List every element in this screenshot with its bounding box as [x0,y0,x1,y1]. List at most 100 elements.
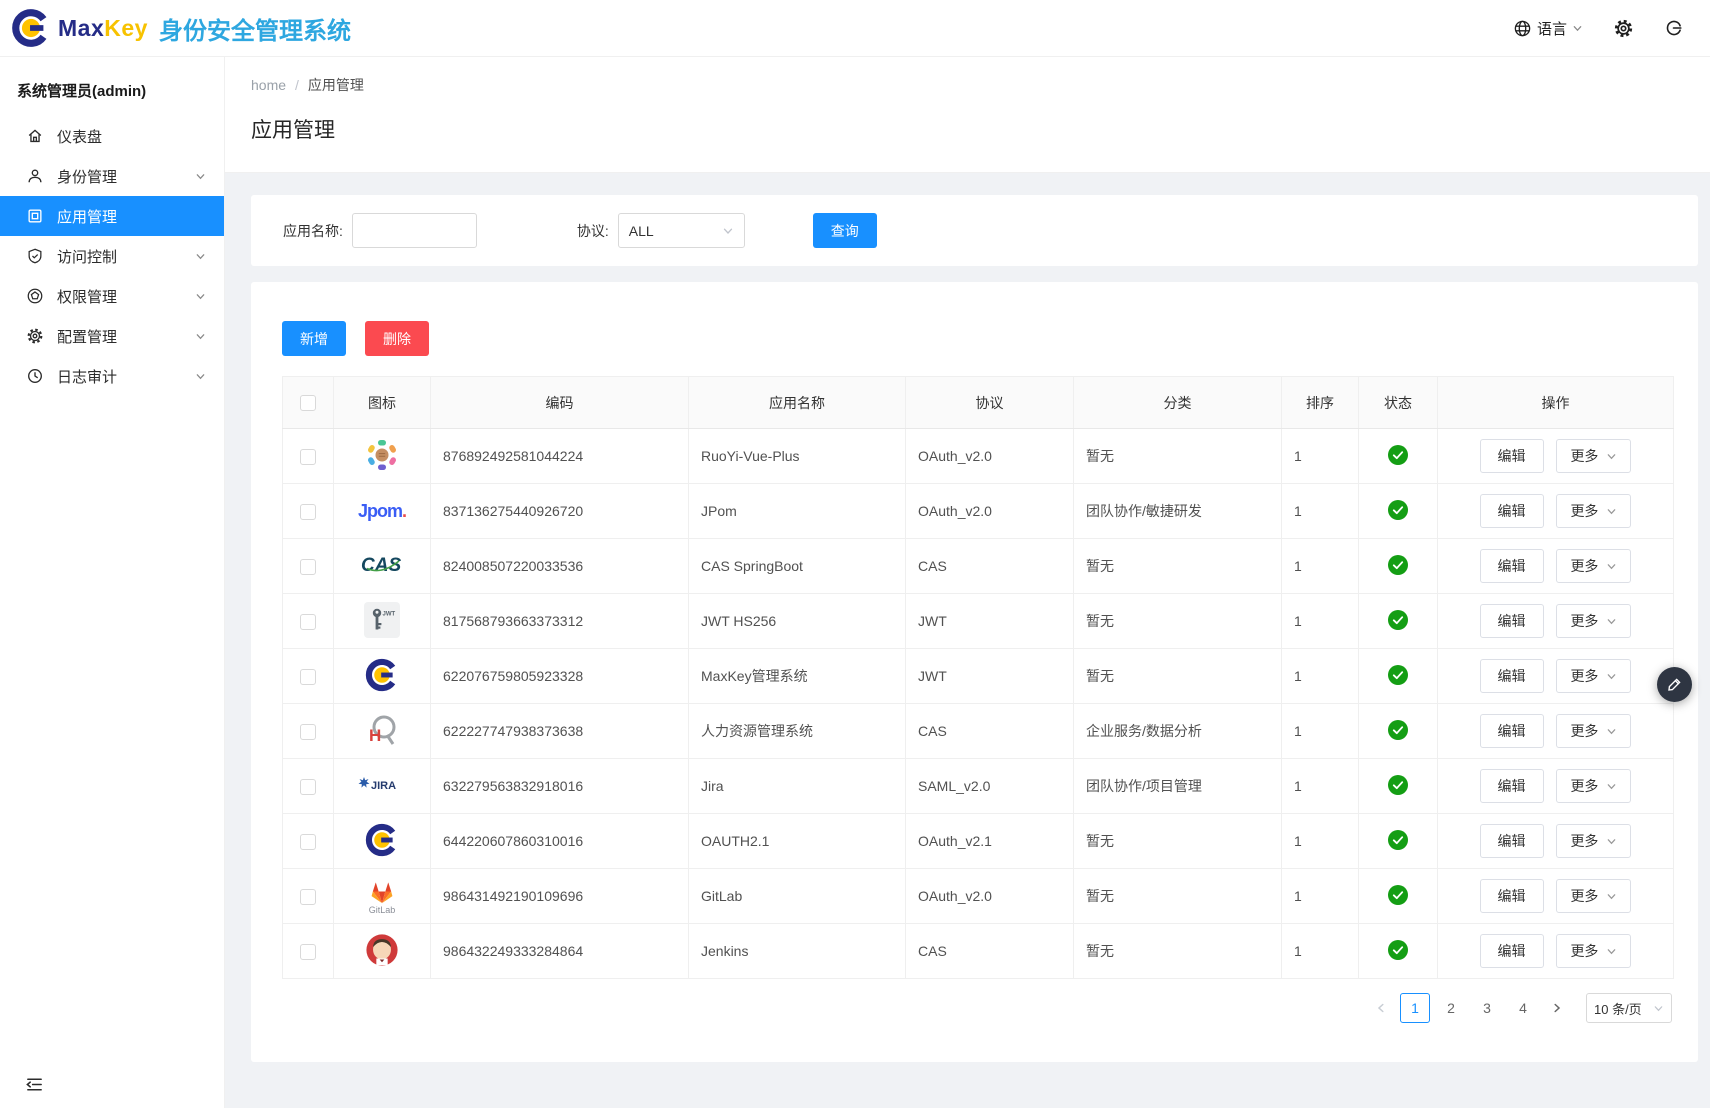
sidebar-item-label: 应用管理 [57,206,206,227]
home-icon [26,127,44,145]
row-checkbox[interactable] [300,559,316,575]
app-icon-cell: Jpom. [334,484,431,539]
row-checkbox[interactable] [300,889,316,905]
gitlab-logo-icon: GitLab [367,878,397,915]
app-category: 企业服务/数据分析 [1074,704,1282,759]
sidebar-item-permissions[interactable]: 权限管理 [0,276,224,316]
protocol-select[interactable]: ALL [618,213,745,248]
add-button[interactable]: 新增 [282,321,346,356]
row-select-cell [283,869,334,924]
sidebar-item-access[interactable]: 访问控制 [0,236,224,276]
more-button[interactable]: 更多 [1556,879,1631,913]
edit-button[interactable]: 编辑 [1480,714,1544,748]
more-button[interactable]: 更多 [1556,494,1631,528]
more-button-label: 更多 [1570,446,1598,466]
breadcrumb-home-link[interactable]: home [251,77,286,93]
row-checkbox[interactable] [300,834,316,850]
page-header: home/应用管理 应用管理 [225,57,1710,173]
edit-button[interactable]: 编辑 [1480,659,1544,693]
pagination-prev-button[interactable] [1368,1002,1394,1014]
pagination-page-2[interactable]: 2 [1436,993,1466,1023]
more-button[interactable]: 更多 [1556,659,1631,693]
status-enabled-icon [1388,720,1408,740]
pagination-page-1[interactable]: 1 [1400,993,1430,1023]
edit-button[interactable]: 编辑 [1480,549,1544,583]
more-button[interactable]: 更多 [1556,824,1631,858]
settings-gear-icon[interactable] [1613,18,1634,39]
status-enabled-icon [1388,775,1408,795]
sidebar-item-audit[interactable]: 日志审计 [0,356,224,396]
row-checkbox[interactable] [300,944,316,960]
breadcrumb-current: 应用管理 [308,77,364,93]
more-button[interactable]: 更多 [1556,549,1631,583]
sidebar-item-dashboard[interactable]: 仪表盘 [0,116,224,156]
row-checkbox[interactable] [300,504,316,520]
more-button[interactable]: 更多 [1556,769,1631,803]
delete-button[interactable]: 删除 [365,321,429,356]
page-size-select[interactable]: 10 条/页 [1586,993,1672,1023]
status-enabled-icon [1388,610,1408,630]
protocol-select-value: ALL [629,223,654,239]
product-title: 身份安全管理系统 [159,11,351,46]
sidebar-item-config[interactable]: 配置管理 [0,316,224,356]
app-protocol: CAS [906,704,1074,759]
app-code: 876892492581044224 [431,429,689,484]
select-all-checkbox[interactable] [300,395,316,411]
language-menu[interactable]: 语言 [1513,18,1583,39]
chevron-down-icon [1606,891,1617,902]
more-button[interactable]: 更多 [1556,439,1631,473]
floating-tool-button[interactable] [1657,667,1692,702]
edit-button[interactable]: 编辑 [1480,439,1544,473]
search-button[interactable]: 查询 [813,213,877,248]
app-category: 暂无 [1074,814,1282,869]
more-button-label: 更多 [1570,666,1598,686]
row-checkbox[interactable] [300,614,316,630]
brand[interactable]: Max Key 身份安全管理系统 [10,7,351,49]
app-name-input[interactable] [352,213,477,248]
row-select-cell [283,594,334,649]
chevron-down-icon [1606,781,1617,792]
brand-name-secondary: Key [104,15,148,42]
sidebar-item-identity[interactable]: 身份管理 [0,156,224,196]
table-row: 644220607860310016 OAUTH2.1 OAuth_v2.1 暂… [283,814,1674,869]
edit-button[interactable]: 编辑 [1480,604,1544,638]
sidebar-item-apps[interactable]: 应用管理 [0,196,224,236]
app-name: MaxKey管理系统 [689,649,906,704]
more-button[interactable]: 更多 [1556,604,1631,638]
edit-button[interactable]: 编辑 [1480,494,1544,528]
app-status-cell [1359,869,1438,924]
pagination-page-3[interactable]: 3 [1472,993,1502,1023]
row-checkbox[interactable] [300,449,316,465]
ruoyi-logo-icon [362,435,402,475]
chevron-down-icon [195,251,206,262]
more-button[interactable]: 更多 [1556,714,1631,748]
status-enabled-icon [1388,500,1408,520]
edit-button[interactable]: 编辑 [1480,879,1544,913]
sidebar: 系统管理员(admin) 仪表盘身份管理应用管理访问控制权限管理配置管理日志审计 [0,57,225,1108]
row-checkbox[interactable] [300,669,316,685]
app-sort: 1 [1282,924,1359,979]
pagination-next-button[interactable] [1544,1002,1570,1014]
app-protocol: CAS [906,539,1074,594]
more-button[interactable]: 更多 [1556,934,1631,968]
logout-icon[interactable] [1664,18,1684,38]
app-protocol: CAS [906,924,1074,979]
shield-icon [26,247,44,265]
app-sort: 1 [1282,704,1359,759]
row-select-cell [283,814,334,869]
edit-button[interactable]: 编辑 [1480,769,1544,803]
hr-logo-icon: H [364,713,400,747]
chevron-down-icon [195,171,206,182]
row-checkbox[interactable] [300,779,316,795]
row-checkbox[interactable] [300,724,316,740]
app-category: 暂无 [1074,649,1282,704]
sidebar-collapse-button[interactable] [25,1075,44,1094]
chevron-down-icon [1572,23,1583,34]
pagination-page-4[interactable]: 4 [1508,993,1538,1023]
edit-button[interactable]: 编辑 [1480,934,1544,968]
app-icon-cell [334,649,431,704]
edit-button[interactable]: 编辑 [1480,824,1544,858]
sidebar-menu: 仪表盘身份管理应用管理访问控制权限管理配置管理日志审计 [0,116,224,396]
apps-table: 图标编码应用名称协议分类排序状态操作 876892492581044224 Ru… [282,376,1674,979]
row-select-cell [283,539,334,594]
